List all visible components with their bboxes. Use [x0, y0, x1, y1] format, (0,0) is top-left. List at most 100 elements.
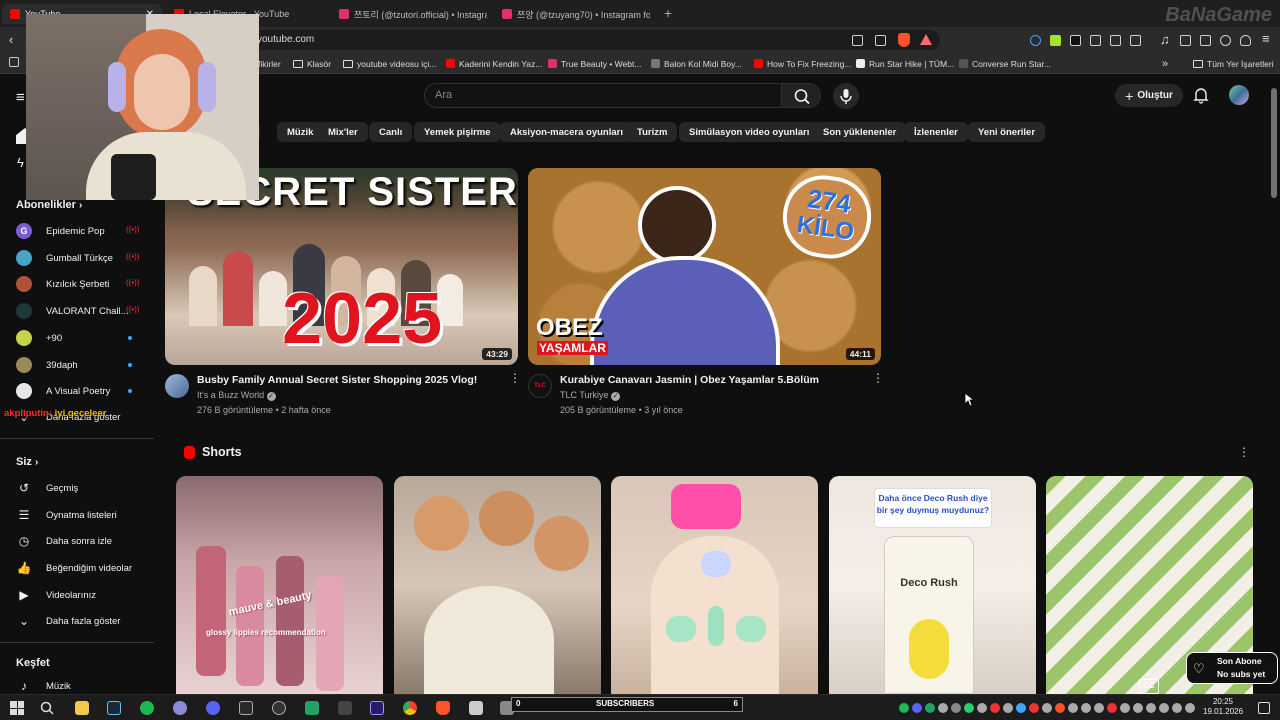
taskbar-search-icon[interactable]	[40, 701, 54, 715]
extension-1-icon[interactable]	[1030, 35, 1041, 46]
shorts-nav-icon[interactable]: ϟ	[17, 155, 24, 170]
sidebar-item-history[interactable]: ↺ Geçmiş	[16, 479, 78, 497]
more-options-icon[interactable]: ⋮	[509, 372, 521, 384]
shorts-more-options-icon[interactable]: ⋮	[1238, 446, 1250, 458]
video-channel[interactable]: TLC Turkiye ✓	[560, 390, 621, 401]
chip-filter[interactable]: Mix'ler	[318, 122, 368, 142]
video-channel[interactable]: It's a Buzz World ✓	[197, 390, 276, 401]
chip-filter[interactable]: Müzik	[277, 122, 324, 142]
url-bar[interactable]: youtube.com	[245, 30, 940, 50]
channel-avatar[interactable]	[165, 374, 189, 398]
extension-5-icon[interactable]	[1130, 35, 1141, 46]
bookmark-item[interactable]: Kaderini Kendin Yaz...	[446, 57, 542, 70]
bookmark-item[interactable]: How To Fix Freezing...	[754, 57, 851, 70]
tray-icon[interactable]	[1159, 703, 1169, 713]
video-title[interactable]: Busby Family Annual Secret Sister Shoppi…	[197, 374, 477, 386]
tray-icon[interactable]	[912, 703, 922, 713]
tray-icon[interactable]	[1042, 703, 1052, 713]
music-control-icon[interactable]: ♫	[1160, 32, 1170, 47]
share-icon[interactable]	[875, 35, 886, 46]
extension-3-icon[interactable]	[1070, 35, 1081, 46]
vpn-icon[interactable]	[1220, 35, 1231, 46]
excel-icon[interactable]	[305, 701, 319, 715]
tray-icon[interactable]	[925, 703, 935, 713]
tray-icon[interactable]	[1185, 703, 1195, 713]
puzzle-icon[interactable]	[1110, 35, 1121, 46]
avatar[interactable]	[1229, 85, 1249, 105]
search-input[interactable]: Ara	[424, 83, 782, 108]
chip-filter[interactable]: Canlı	[369, 122, 413, 142]
cast-icon[interactable]	[852, 35, 863, 46]
short-card[interactable]	[394, 476, 601, 694]
menu-icon[interactable]: ≡	[1262, 31, 1270, 46]
wallet-icon[interactable]	[1200, 35, 1211, 46]
hamburger-menu-icon[interactable]: ≡	[16, 89, 25, 106]
extension-2-icon[interactable]	[1050, 35, 1061, 46]
chip-filter[interactable]: Simülasyon video oyunları	[679, 122, 820, 142]
search-button[interactable]	[781, 83, 821, 108]
bookmark-folder[interactable]: Klasör	[293, 57, 331, 70]
new-tab-button[interactable]: +	[664, 5, 672, 21]
tray-icon[interactable]	[1003, 703, 1013, 713]
short-card[interactable]: Daha önce Deco Rush diye bir şey duymuş …	[829, 476, 1036, 694]
sidebar-item-chevron-down[interactable]: ⌄ Daha fazla göster	[16, 612, 121, 630]
tray-icon[interactable]	[951, 703, 961, 713]
tray-icon[interactable]	[964, 703, 974, 713]
sidebar-item-your-videos[interactable]: ▶ Videolarınız	[16, 586, 96, 604]
discord-icon[interactable]	[206, 701, 220, 715]
tray-icon[interactable]	[1120, 703, 1130, 713]
notepad-icon[interactable]	[469, 701, 483, 715]
bookmark-item[interactable]: Converse Run Star...	[959, 57, 1051, 70]
tray-icon[interactable]	[938, 703, 948, 713]
notifications-button[interactable]	[1193, 87, 1209, 109]
capcut-icon[interactable]	[338, 701, 352, 715]
subscriptions-header[interactable]: Abonelikler ›	[16, 199, 82, 211]
sidebar-channel-item[interactable]: Gumball Türkçe	[16, 249, 113, 267]
chip-filter[interactable]: Son yüklenenler	[813, 122, 907, 142]
channel-avatar[interactable]: TLC	[528, 374, 552, 398]
chrome-icon[interactable]	[403, 701, 417, 715]
more-options-icon[interactable]: ⋮	[872, 372, 884, 384]
shield-icon[interactable]	[1240, 35, 1251, 46]
sidebar-item-playlist[interactable]: ☰ Oynatma listeleri	[16, 506, 117, 524]
tab-instagram-tzutori[interactable]: 쯔토리 (@tzutori.official) • Instagram	[339, 4, 487, 24]
you-header[interactable]: Siz ›	[16, 456, 38, 468]
sidebar-channel-item[interactable]: Kızılcık Şerbeti	[16, 275, 109, 293]
short-card[interactable]: mauve & beauty glossy lippies recommenda…	[176, 476, 383, 694]
file-explorer-icon[interactable]	[75, 701, 89, 715]
obs-icon[interactable]	[272, 701, 286, 715]
epic-games-icon[interactable]	[239, 701, 253, 715]
rewards-icon[interactable]	[920, 34, 932, 45]
tray-icon[interactable]	[1172, 703, 1182, 713]
short-card[interactable]	[611, 476, 818, 694]
back-icon[interactable]: ‹	[9, 32, 13, 47]
sidebar-toggle-icon[interactable]	[1180, 35, 1191, 46]
start-button[interactable]	[10, 701, 24, 715]
tray-icon[interactable]	[899, 703, 909, 713]
sidebar-channel-item[interactable]: G Epidemic Pop	[16, 222, 105, 240]
tray-icon[interactable]	[1133, 703, 1143, 713]
steam-icon[interactable]	[107, 701, 121, 715]
tray-icon[interactable]	[1055, 703, 1065, 713]
sidebar-channel-item[interactable]: VALORANT Chall...	[16, 302, 129, 320]
bookmark-item[interactable]: Balon Kol Midi Boy...	[651, 57, 742, 70]
video-title[interactable]: Kurabiye Canavarı Jasmin | Obez Yaşamlar…	[560, 374, 819, 386]
sidebar-channel-item[interactable]: A Visual Poetry	[16, 382, 110, 400]
chip-filter[interactable]: Turizm	[627, 122, 678, 142]
page-scrollbar[interactable]	[1271, 88, 1277, 198]
create-button[interactable]: + Oluştur	[1115, 84, 1183, 107]
sidebar-channel-item[interactable]: +90	[16, 329, 62, 347]
chip-filter[interactable]: Yeni öneriler	[968, 122, 1046, 142]
sidebar-item-like[interactable]: 👍 Beğendiğim videolar	[16, 559, 133, 577]
voice-search-button[interactable]	[833, 83, 859, 109]
video-thumbnail[interactable]: 274 KİLO OBEZ YAŞAMLAR 44:11	[528, 168, 881, 365]
tray-icon[interactable]	[1029, 703, 1039, 713]
bookmarks-overflow-button[interactable]: »	[1162, 57, 1168, 70]
tray-icon[interactable]	[1094, 703, 1104, 713]
tray-icon[interactable]	[1146, 703, 1156, 713]
sidebar-item-watch-later[interactable]: ◷ Daha sonra izle	[16, 532, 112, 550]
sidebar-channel-item[interactable]: 39daph	[16, 356, 78, 374]
spotify-icon[interactable]	[140, 701, 154, 715]
extension-4-icon[interactable]	[1090, 35, 1101, 46]
tab-instagram-tzuyang[interactable]: 쯔양 (@tzuyang70) • Instagram foto	[502, 4, 650, 24]
